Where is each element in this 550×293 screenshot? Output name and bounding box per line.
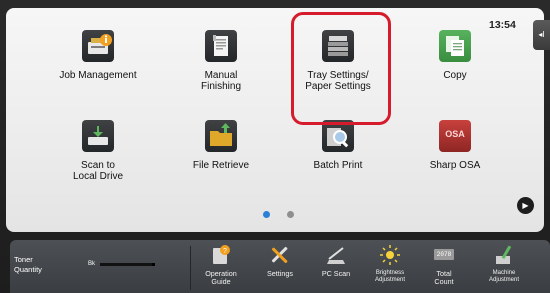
machine-adjustment-button[interactable]: Machine Adjustment [476, 244, 532, 284]
file-retrieve-icon [205, 120, 237, 152]
scan-to-local-drive-icon [82, 120, 114, 152]
page-dot-1[interactable] [263, 211, 270, 218]
job-management-icon [82, 30, 114, 62]
sharp-osa-button[interactable]: OSA Sharp OSA [405, 120, 505, 171]
app-label: Batch Print [313, 160, 363, 171]
copy-button[interactable]: Copy [405, 30, 505, 81]
file-retrieve-button[interactable]: File Retrieve [171, 120, 271, 171]
brightness-adjustment-button[interactable]: Brightness Adjustment [362, 244, 418, 284]
operation-guide-button[interactable]: ? Operation Guide [193, 244, 249, 286]
batch-print-button[interactable]: Batch Print [288, 120, 388, 171]
osa-icon-text: OSA [445, 129, 465, 139]
job-management-button[interactable]: Job Management [48, 30, 148, 81]
total-count-icon: 2078 [433, 244, 455, 266]
dock-label: Operation Guide [205, 269, 237, 286]
touch-panel-screen: 13:54 ◂I Job Management Manual Finishing… [0, 0, 550, 293]
settings-icon [269, 244, 291, 266]
svg-text:?: ? [223, 248, 227, 255]
operation-guide-icon: ? [210, 244, 232, 266]
pc-scan-icon [325, 244, 347, 266]
dock-label: Machine Adjustment [488, 270, 519, 283]
app-label: Manual Finishing [200, 70, 242, 92]
total-count-button[interactable]: 2078 Total Count [416, 244, 472, 286]
settings-button[interactable]: Settings [252, 244, 308, 278]
toner-level-bar [100, 263, 155, 266]
manual-finishing-icon [205, 30, 237, 62]
dock-divider [190, 246, 191, 290]
toner-level-fill [100, 263, 153, 266]
app-label: Scan to Local Drive [72, 160, 124, 182]
brightness-icon [379, 244, 401, 266]
manual-finishing-button[interactable]: Manual Finishing [171, 30, 271, 92]
counter-icon-text: 2078 [436, 251, 452, 258]
scan-to-local-drive-button[interactable]: Scan to Local Drive [48, 120, 148, 182]
sharp-osa-icon: OSA [439, 120, 471, 152]
pc-scan-button[interactable]: PC Scan [308, 244, 364, 278]
copy-icon [439, 30, 471, 62]
side-tab-button[interactable]: ◂I [533, 20, 550, 50]
tray-settings-highlight [291, 12, 391, 125]
page-dot-2[interactable] [287, 211, 294, 218]
play-arrow-icon: ▶ [522, 201, 529, 210]
toner-quantity-label: Toner Quantity [14, 255, 42, 274]
dock-label: Total Count [434, 269, 454, 286]
app-label: Copy [443, 70, 467, 81]
app-label: File Retrieve [192, 160, 250, 171]
machine-adjustment-icon [493, 244, 515, 266]
next-page-button[interactable]: ▶ [517, 197, 534, 214]
app-label: Job Management [59, 70, 137, 81]
dock-label: Brightness Adjustment [374, 270, 405, 283]
app-label: Sharp OSA [429, 160, 481, 171]
dock-label: PC Scan [321, 269, 351, 278]
toner-color-label: Bk [88, 261, 96, 267]
dock-label: Settings [267, 269, 293, 278]
